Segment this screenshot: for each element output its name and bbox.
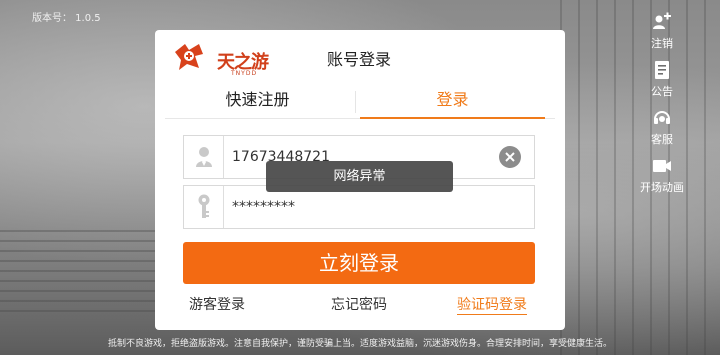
- tab-quick-register[interactable]: 快速注册: [165, 85, 350, 119]
- guest-login-link[interactable]: 游客登录: [189, 294, 245, 314]
- login-button[interactable]: 立刻登录: [183, 242, 535, 284]
- logo-emblem-icon: [175, 44, 203, 70]
- intro-video-label: 开场动画: [640, 181, 684, 194]
- notice-label: 公告: [651, 85, 673, 98]
- notice-icon: [655, 61, 669, 79]
- video-icon: [653, 160, 671, 172]
- service-icon: [654, 111, 670, 124]
- tab-login[interactable]: 登录: [360, 85, 545, 119]
- right-side-menu: 注销 公告 客服 开场动画: [630, 12, 694, 204]
- brand-logo: 天之游 TNYDD: [169, 40, 279, 77]
- close-icon: [505, 152, 515, 162]
- sms-code-login-link[interactable]: 验证码登录: [457, 294, 527, 315]
- version-label: 版本号： 1.0.5: [32, 13, 101, 24]
- clear-input-button[interactable]: [499, 146, 521, 168]
- health-notice: 抵制不良游戏，拒绝盗版游戏。注意自我保护，谨防受骗上当。适度游戏益脑，沉迷游戏伤…: [107, 339, 612, 349]
- service-button[interactable]: 客服: [630, 108, 694, 156]
- tab-divider: [355, 91, 356, 113]
- intro-video-button[interactable]: 开场动画: [630, 156, 694, 204]
- panel-title: 账号登录: [327, 50, 392, 69]
- login-options: 游客登录 忘记密码 验证码登录: [183, 294, 535, 318]
- password-value: *********: [232, 199, 295, 215]
- service-label: 客服: [651, 133, 673, 146]
- network-error-toast: 网络异常: [266, 161, 453, 192]
- logout-button[interactable]: 注销: [630, 12, 694, 60]
- forgot-password-link[interactable]: 忘记密码: [331, 294, 387, 314]
- key-icon: [184, 186, 224, 228]
- notice-button[interactable]: 公告: [630, 60, 694, 108]
- login-tabs: 快速注册 登录: [165, 85, 555, 119]
- user-icon: [184, 136, 224, 178]
- logout-label: 注销: [651, 37, 673, 50]
- logo-subtext: TNYDD: [231, 70, 258, 77]
- panel-header: 天之游 TNYDD 账号登录: [155, 30, 565, 82]
- logout-icon: [653, 12, 671, 29]
